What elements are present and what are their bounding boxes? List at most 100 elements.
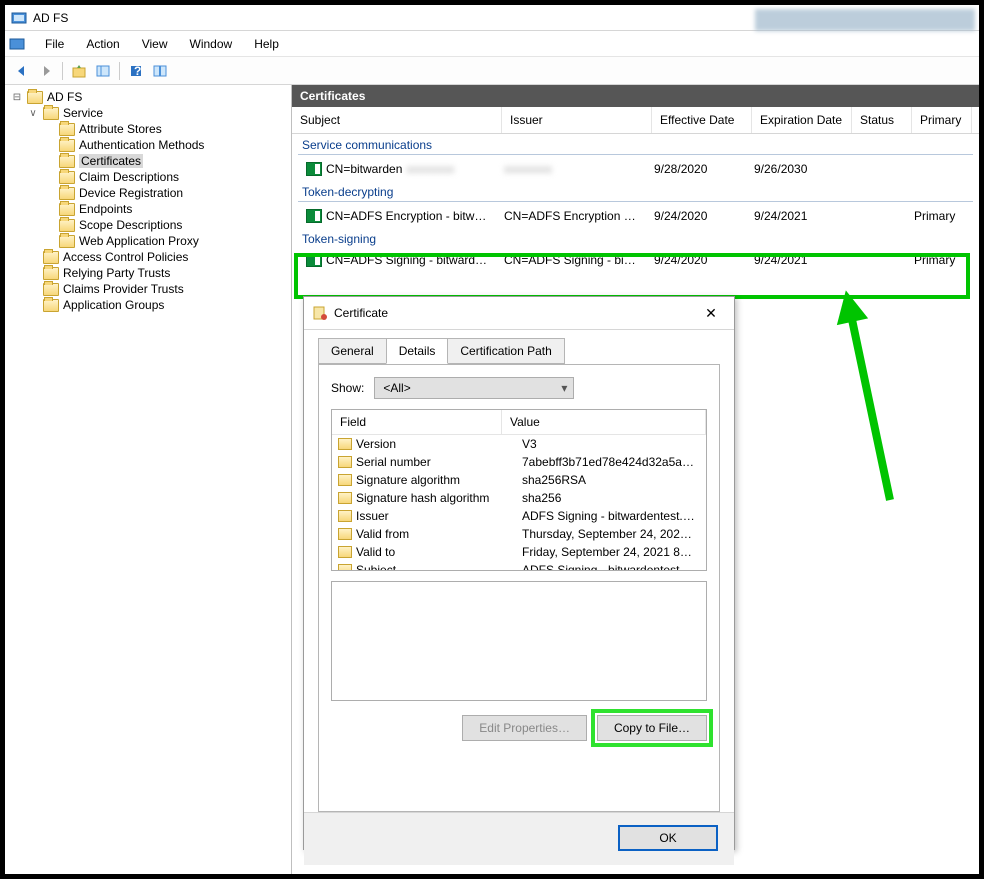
menu-action[interactable]: Action bbox=[76, 34, 129, 54]
app-icon bbox=[11, 10, 27, 26]
certificate-icon bbox=[306, 209, 322, 223]
tab-certification-path[interactable]: Certification Path bbox=[447, 338, 564, 364]
cert-row-selected[interactable]: CN=ADFS Signing - bitward… CN=ADFS Signi… bbox=[292, 248, 979, 272]
field-row[interactable]: Valid toFriday, September 24, 2021 8… bbox=[332, 543, 706, 561]
col-effective-date[interactable]: Effective Date bbox=[652, 107, 752, 133]
certificate-icon bbox=[306, 253, 322, 267]
cert-row[interactable]: CN=bitwardenxxxxxxxx xxxxxxxx 9/28/2020 … bbox=[292, 157, 979, 181]
title-bar: AD FS bbox=[5, 5, 979, 31]
field-row[interactable]: IssuerADFS Signing - bitwardentest.… bbox=[332, 507, 706, 525]
menu-bar: File Action View Window Help bbox=[5, 31, 979, 57]
folder-icon bbox=[43, 267, 59, 280]
field-row[interactable]: Serial number7abebff3b71ed78e424d32a5a… bbox=[332, 453, 706, 471]
cert-row[interactable]: CN=ADFS Encryption - bitw… CN=ADFS Encry… bbox=[292, 204, 979, 228]
field-value: Thursday, September 24, 202… bbox=[518, 526, 706, 542]
col-expiration-date[interactable]: Expiration Date bbox=[752, 107, 852, 133]
group-header-service-communications: Service communications bbox=[292, 134, 979, 154]
tree-application-groups[interactable]: Application Groups bbox=[25, 297, 289, 313]
folder-icon bbox=[43, 283, 59, 296]
folder-icon bbox=[59, 155, 75, 168]
col-value[interactable]: Value bbox=[502, 410, 706, 434]
tree-web-app-proxy[interactable]: Web Application Proxy bbox=[41, 233, 289, 249]
close-button[interactable]: ✕ bbox=[696, 303, 726, 323]
folder-icon bbox=[59, 139, 75, 152]
back-button[interactable] bbox=[11, 60, 33, 82]
up-button[interactable] bbox=[68, 60, 90, 82]
tree-access-control-policies[interactable]: Access Control Policies bbox=[25, 249, 289, 265]
tree-relying-party-trusts[interactable]: Relying Party Trusts bbox=[25, 265, 289, 281]
folder-icon bbox=[43, 107, 59, 120]
tree-claim-descriptions[interactable]: Claim Descriptions bbox=[41, 169, 289, 185]
show-label: Show: bbox=[331, 381, 364, 395]
forward-button[interactable] bbox=[35, 60, 57, 82]
folder-icon bbox=[59, 219, 75, 232]
pane-title: Certificates bbox=[292, 85, 979, 107]
tab-details[interactable]: Details bbox=[386, 338, 449, 364]
field-name: Subject bbox=[356, 562, 518, 570]
field-value: ADFS Signing - bitwardentest … bbox=[518, 562, 706, 570]
help-button[interactable]: ? bbox=[125, 60, 147, 82]
tree-claims-provider-trusts[interactable]: Claims Provider Trusts bbox=[25, 281, 289, 297]
tree-authentication-methods[interactable]: Authentication Methods bbox=[41, 137, 289, 153]
col-subject[interactable]: Subject bbox=[292, 107, 502, 133]
edit-properties-button: Edit Properties… bbox=[462, 715, 587, 741]
refresh-button[interactable] bbox=[149, 60, 171, 82]
ok-button[interactable]: OK bbox=[618, 825, 718, 851]
folder-icon bbox=[59, 235, 75, 248]
col-issuer[interactable]: Issuer bbox=[502, 107, 652, 133]
field-icon bbox=[338, 492, 352, 504]
show-hide-tree-button[interactable] bbox=[92, 60, 114, 82]
field-value: ADFS Signing - bitwardentest.… bbox=[518, 508, 706, 524]
field-row[interactable]: Signature algorithmsha256RSA bbox=[332, 471, 706, 489]
expander-icon[interactable]: ⊟ bbox=[11, 92, 23, 103]
folder-icon bbox=[59, 171, 75, 184]
menu-view[interactable]: View bbox=[132, 34, 178, 54]
detail-textarea[interactable] bbox=[331, 581, 707, 701]
col-primary[interactable]: Primary bbox=[912, 107, 972, 133]
field-value-list[interactable]: Field Value VersionV3Serial number7abebf… bbox=[331, 409, 707, 571]
folder-icon bbox=[59, 203, 75, 216]
field-value: sha256 bbox=[518, 490, 706, 506]
field-row[interactable]: Valid fromThursday, September 24, 202… bbox=[332, 525, 706, 543]
expander-icon[interactable]: ∨ bbox=[27, 108, 39, 119]
field-name: Valid from bbox=[356, 526, 518, 542]
tree-pane[interactable]: ⊟ AD FS ∨ Service bbox=[5, 85, 292, 874]
show-dropdown[interactable]: <All> bbox=[374, 377, 574, 399]
copy-to-file-button[interactable]: Copy to File… bbox=[597, 715, 707, 741]
toolbar: ? bbox=[5, 57, 979, 85]
field-icon bbox=[338, 564, 352, 570]
field-value: sha256RSA bbox=[518, 472, 706, 488]
field-icon bbox=[338, 474, 352, 486]
tree-certificates[interactable]: Certificates bbox=[41, 153, 289, 169]
field-row[interactable]: SubjectADFS Signing - bitwardentest … bbox=[332, 561, 706, 570]
folder-icon bbox=[27, 91, 43, 104]
tree-attribute-stores[interactable]: Attribute Stores bbox=[41, 121, 289, 137]
field-icon bbox=[338, 510, 352, 522]
tab-general[interactable]: General bbox=[318, 338, 387, 364]
menu-file[interactable]: File bbox=[35, 34, 74, 54]
menu-window[interactable]: Window bbox=[180, 34, 243, 54]
dialog-title: Certificate bbox=[334, 306, 388, 320]
tree-endpoints[interactable]: Endpoints bbox=[41, 201, 289, 217]
dialog-tabs: General Details Certification Path bbox=[318, 338, 732, 364]
field-row[interactable]: VersionV3 bbox=[332, 435, 706, 453]
field-icon bbox=[338, 456, 352, 468]
tree-device-registration[interactable]: Device Registration bbox=[41, 185, 289, 201]
column-headers[interactable]: Subject Issuer Effective Date Expiration… bbox=[292, 107, 979, 134]
col-status[interactable]: Status bbox=[852, 107, 912, 133]
window-controls-blur bbox=[755, 9, 975, 31]
menu-help[interactable]: Help bbox=[244, 34, 289, 54]
tree-root-adfs[interactable]: ⊟ AD FS bbox=[9, 89, 289, 105]
svg-text:?: ? bbox=[134, 64, 141, 78]
folder-icon bbox=[43, 251, 59, 264]
field-row[interactable]: Signature hash algorithmsha256 bbox=[332, 489, 706, 507]
toolbar-separator bbox=[119, 62, 120, 80]
tree-service[interactable]: ∨ Service bbox=[25, 105, 289, 121]
folder-icon bbox=[59, 123, 75, 136]
tree-scope-descriptions[interactable]: Scope Descriptions bbox=[41, 217, 289, 233]
col-field[interactable]: Field bbox=[332, 410, 502, 434]
tab-panel-details: Show: <All> Field Value VersionV3Serial … bbox=[318, 364, 720, 812]
field-icon bbox=[338, 438, 352, 450]
group-header-token-signing: Token-signing bbox=[292, 228, 979, 248]
certificate-dialog: Certificate ✕ General Details Certificat… bbox=[303, 296, 735, 850]
